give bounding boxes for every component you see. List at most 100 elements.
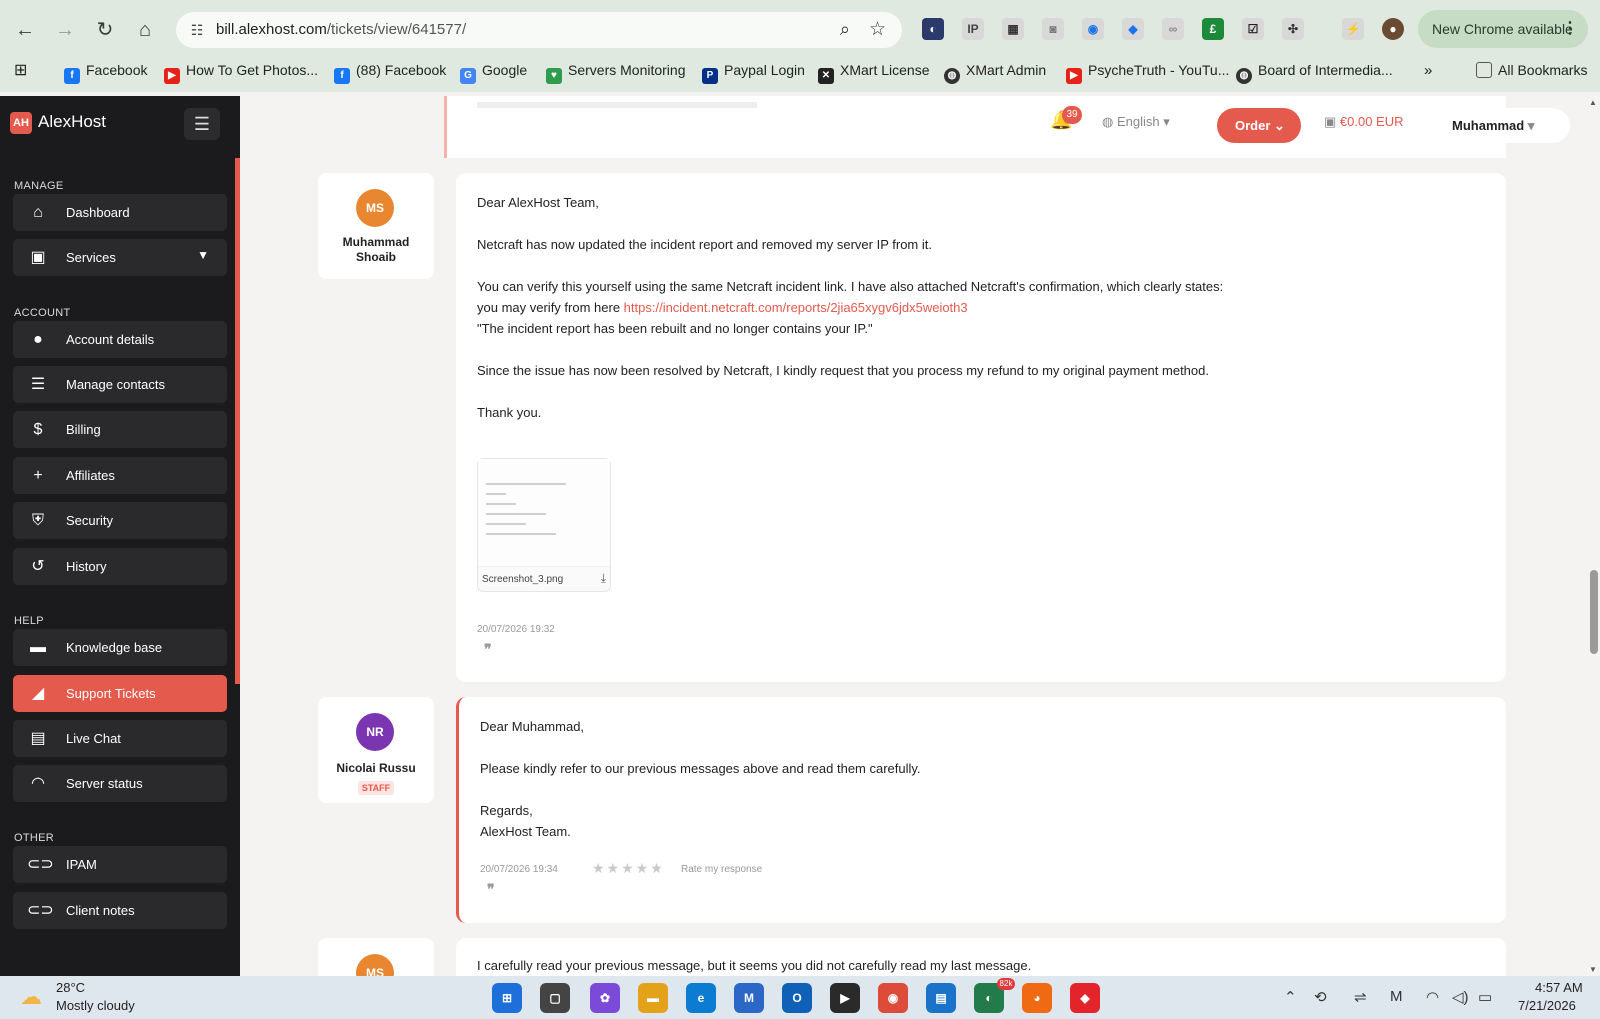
reload-icon[interactable]: ↻ xyxy=(92,17,118,43)
sidebar-item-live-chat[interactable]: ▤ Live Chat xyxy=(13,720,227,757)
bookmark-item[interactable]: P Paypal Login xyxy=(702,62,805,84)
mail-icon[interactable]: M xyxy=(734,983,764,1013)
anydesk-icon[interactable]: ◆ xyxy=(1070,983,1100,1013)
sidebar-item-affiliates[interactable]: + Affiliates xyxy=(13,457,227,494)
sidebar-item-services[interactable]: ▣ Services ▼ xyxy=(13,239,227,276)
battery-icon[interactable]: ▭ xyxy=(1478,988,1492,1006)
bookmark-item[interactable]: ▶ PsycheTruth - YouTu... xyxy=(1066,62,1229,84)
rating-stars[interactable]: ★★★★★ xyxy=(592,860,665,877)
attachment[interactable]: Screenshot_3.png ⤓ xyxy=(477,458,611,592)
thumb-line xyxy=(486,493,506,495)
sidebar-item-ipam[interactable]: ⊂⊃ IPAM xyxy=(13,846,227,883)
avatar: NR xyxy=(356,713,394,751)
bookmark-item[interactable]: ♥ Servers Monitoring xyxy=(546,62,686,84)
copilot-icon[interactable]: ✿ xyxy=(590,983,620,1013)
camera-icon[interactable]: ◙ xyxy=(1042,18,1064,40)
new-chrome-button[interactable]: New Chrome available ⋮ xyxy=(1418,10,1588,48)
chrome-icon[interactable]: ◉ xyxy=(878,983,908,1013)
extension-icon[interactable]: ◐ xyxy=(922,18,944,40)
chevron-up-icon[interactable]: ⌃ xyxy=(1284,988,1297,1006)
hamburger-menu-icon[interactable]: ☰ xyxy=(184,108,220,140)
outlook-icon[interactable]: O xyxy=(782,983,812,1013)
sidebar-item-billing[interactable]: $ Billing xyxy=(13,411,227,448)
qr-code-icon[interactable]: ▦ xyxy=(1002,18,1024,40)
order-button[interactable]: Order ⌄ xyxy=(1217,108,1301,143)
bookmark-item[interactable]: ✕ XMart License xyxy=(818,62,929,84)
clock-date[interactable]: 7/21/2026 xyxy=(1518,998,1576,1013)
gmail-tray-icon[interactable]: M xyxy=(1390,988,1403,1005)
back-icon[interactable]: ← xyxy=(12,17,38,43)
performance-icon[interactable]: ⚡ xyxy=(1342,18,1364,40)
user-menu[interactable]: Muhammad ▾ xyxy=(1440,108,1570,143)
bookmark-star-icon[interactable]: ☆ xyxy=(869,18,886,41)
address-bar[interactable]: ☷ bill.alexhost.com/tickets/view/641577/… xyxy=(176,12,902,48)
more-bookmarks-icon[interactable]: » xyxy=(1424,62,1432,79)
clock-time[interactable]: 4:57 AM xyxy=(1535,980,1583,995)
home-icon[interactable]: ⌂ xyxy=(132,17,158,43)
green-extension-icon[interactable]: £ xyxy=(1202,18,1224,40)
sidebar-item-server-status[interactable]: ◠ Server status xyxy=(13,765,227,802)
download-icon[interactable]: ⤓ xyxy=(601,571,606,586)
bookmark-item[interactable]: G Google xyxy=(460,62,527,84)
weather-temperature[interactable]: 28°C xyxy=(56,980,85,995)
sidebar-item-knowledge-base[interactable]: ▬ Knowledge base xyxy=(13,629,227,666)
bookmark-item[interactable]: ◍ Board of Intermedia... xyxy=(1236,62,1393,84)
all-bookmarks-label: All Bookmarks xyxy=(1498,62,1588,78)
task-view-icon[interactable]: ▢ xyxy=(540,983,570,1013)
bookmark-item[interactable]: ▶ How To Get Photos... xyxy=(164,62,318,84)
ip-extension-icon[interactable]: IP xyxy=(962,18,984,40)
quote-icon[interactable]: ❞ xyxy=(487,881,495,898)
link-extension-icon[interactable]: ∞ xyxy=(1162,18,1184,40)
balance[interactable]: ▣ €0.00 EUR xyxy=(1324,114,1404,130)
sidebar-item-history[interactable]: ↺ History xyxy=(13,548,227,585)
broadcast-icon[interactable]: ◉ xyxy=(1082,18,1104,40)
home-icon: ⌂ xyxy=(33,204,43,221)
sidebar-item-security[interactable]: ⛨ Security xyxy=(13,502,227,539)
scroll-up-icon[interactable]: ▲ xyxy=(1589,98,1597,107)
bookmarks-bar: ⊞ f Facebook ▶ How To Get Photos... f (88) … xyxy=(0,58,1600,86)
message-card: Dear AlexHost Team, Netcraft has now upd… xyxy=(456,173,1506,682)
tag-extension-icon[interactable]: ◆ xyxy=(1122,18,1144,40)
language-selector[interactable]: ◍ English ▾ xyxy=(1102,114,1170,130)
zoom-icon[interactable]: ⌕ xyxy=(840,19,850,40)
firefox-icon[interactable]: ◕ xyxy=(1022,983,1052,1013)
chevron-down-icon: ▾ xyxy=(1524,118,1535,133)
checkbox-extension-icon[interactable]: ☑ xyxy=(1242,18,1264,40)
quote-icon[interactable]: ❞ xyxy=(484,641,492,658)
sidebar-item-account-details[interactable]: ● Account details xyxy=(13,321,227,358)
weather-description[interactable]: Mostly cloudy xyxy=(56,998,135,1013)
incident-link[interactable]: https://incident.netcraft.com/reports/2j… xyxy=(624,300,968,315)
thumb-line xyxy=(486,513,546,515)
profile-avatar[interactable]: ● xyxy=(1382,18,1404,40)
all-bookmarks[interactable]: All Bookmarks xyxy=(1476,62,1587,78)
bookmark-item[interactable]: f Facebook xyxy=(64,62,147,84)
file-explorer-icon[interactable]: ▬ xyxy=(638,983,668,1013)
site-settings-icon[interactable]: ☷ xyxy=(188,21,206,39)
forward-icon[interactable]: → xyxy=(52,17,78,43)
terminal-icon[interactable]: ▶ xyxy=(830,983,860,1013)
settings-sliders-icon[interactable]: ⇌ xyxy=(1354,988,1367,1006)
page-scrollbar[interactable]: ▲ ▼ xyxy=(1588,96,1600,976)
sidebar-item-label: Support Tickets xyxy=(66,686,156,701)
sidebar-item-support-tickets[interactable]: ◢ Support Tickets xyxy=(13,675,227,712)
sidebar-item-manage-contacts[interactable]: ☰ Manage contacts xyxy=(13,366,227,403)
volume-icon[interactable]: ◁) xyxy=(1452,988,1469,1006)
chevron-down-icon[interactable]: ▼ xyxy=(197,248,209,262)
start-windows-icon[interactable]: ⊞ xyxy=(492,983,522,1013)
notepad-icon[interactable]: ▤ xyxy=(926,983,956,1013)
bookmark-item[interactable]: ◍ XMart Admin xyxy=(944,62,1046,84)
menu-dots-icon[interactable]: ⋮ xyxy=(1562,10,1578,48)
scrollbar-thumb[interactable] xyxy=(1590,570,1598,654)
edge-icon[interactable]: e xyxy=(686,983,716,1013)
sidebar-item-dashboard[interactable]: ⌂ Dashboard xyxy=(13,194,227,231)
attachment-thumbnail[interactable] xyxy=(478,459,610,567)
apps-grid-icon[interactable]: ⊞ xyxy=(14,60,27,80)
bookmark-item[interactable]: f (88) Facebook xyxy=(334,62,446,84)
extensions-puzzle-icon[interactable]: ✣ xyxy=(1282,18,1304,40)
url-text[interactable]: bill.alexhost.com/tickets/view/641577/ xyxy=(216,21,466,38)
scroll-down-icon[interactable]: ▼ xyxy=(1589,965,1597,974)
wifi-icon[interactable]: ◠ xyxy=(1426,988,1439,1006)
sidebar-item-client-notes[interactable]: ⊂⊃ Client notes xyxy=(13,892,227,929)
sync-icon[interactable]: ⟲ xyxy=(1314,988,1327,1006)
weather-cloud-icon[interactable]: ☁ xyxy=(20,984,42,1010)
